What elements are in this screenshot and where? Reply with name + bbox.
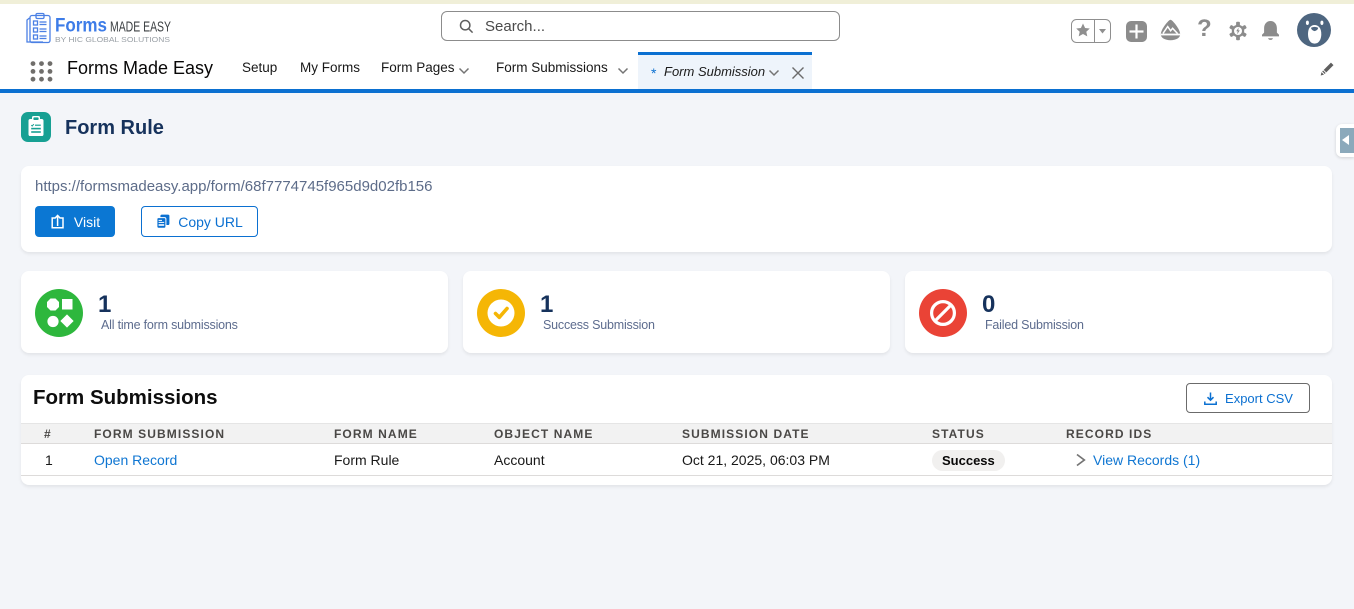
svg-text:BY HIC GLOBAL SOLUTIONS: BY HIC GLOBAL SOLUTIONS: [55, 35, 170, 44]
svg-text:MADE EASY: MADE EASY: [110, 19, 171, 36]
svg-text:Forms: Forms: [55, 16, 107, 37]
